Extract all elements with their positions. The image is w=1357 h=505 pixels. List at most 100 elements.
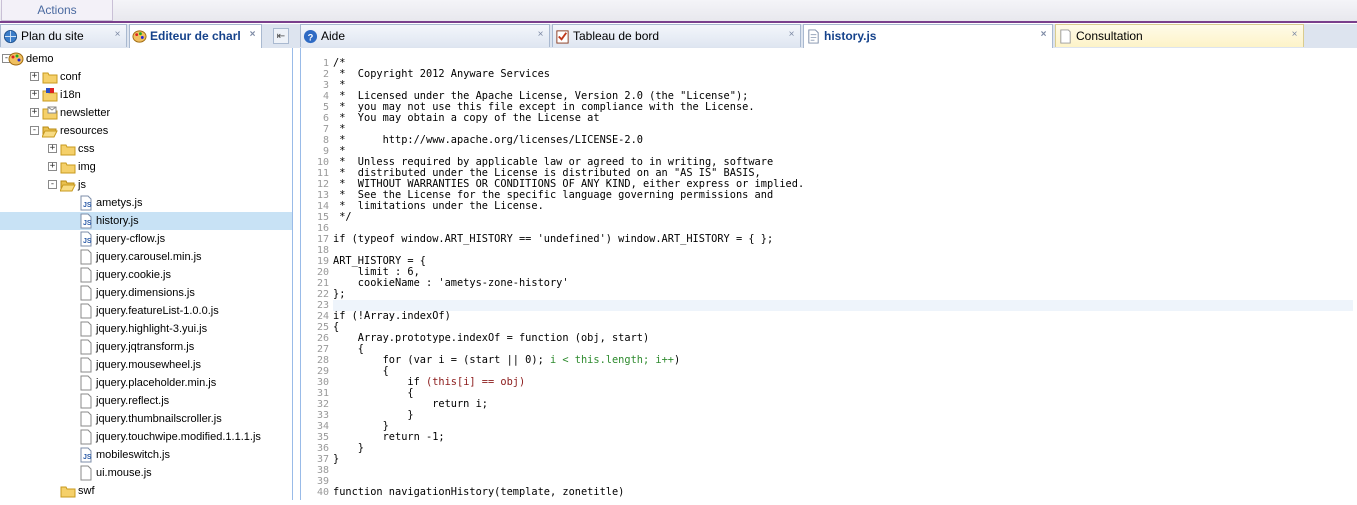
line-number: 16 bbox=[316, 223, 329, 234]
file-icon bbox=[78, 339, 94, 355]
flag-icon bbox=[42, 87, 58, 103]
tree-node-jquery-placeholder-min-js[interactable]: jquery.placeholder.min.js bbox=[0, 374, 292, 392]
svg-text:JS: JS bbox=[83, 220, 92, 227]
line-number: 25 bbox=[316, 322, 329, 333]
tree-node-label: jquery.thumbnailscroller.js bbox=[96, 413, 222, 425]
code-line[interactable] bbox=[333, 300, 1353, 311]
tree-node-i18n[interactable]: + i18n bbox=[0, 86, 292, 104]
code-line[interactable]: if (typeof window.ART_HISTORY == 'undefi… bbox=[333, 234, 1353, 245]
tree-node-label: mobileswitch.js bbox=[96, 449, 170, 461]
code-line[interactable]: for (var i = (start || 0); i < this.leng… bbox=[333, 355, 1353, 366]
tab-aide[interactable]: ? Aide × bbox=[300, 24, 550, 47]
code-editor[interactable]: 1 2 3 4 5 6 7 8 9 10 11 12 13 14 15 16 17 18 19 20 21 22 23 24 2… bbox=[300, 48, 1357, 500]
code-line[interactable]: if (this[i] == obj) bbox=[333, 377, 1353, 388]
close-icon[interactable]: × bbox=[536, 30, 545, 40]
tab-consultation[interactable]: Consultation × bbox=[1055, 24, 1304, 47]
tab-plan-du-site[interactable]: Plan du site × bbox=[0, 24, 127, 47]
tab-history-js[interactable]: history.js × bbox=[803, 24, 1053, 48]
tree-node-label: jquery.placeholder.min.js bbox=[96, 377, 217, 389]
tree-node-jquery-featurelist-1-0-0-js[interactable]: jquery.featureList-1.0.0.js bbox=[0, 302, 292, 320]
tree-node-conf[interactable]: + conf bbox=[0, 68, 292, 86]
tree-node-newsletter[interactable]: + newsletter bbox=[0, 104, 292, 122]
line-number: 34 bbox=[316, 421, 329, 432]
close-icon[interactable]: × bbox=[248, 30, 257, 40]
expand-icon[interactable]: + bbox=[30, 108, 39, 117]
tree-node-resources[interactable]: - resources bbox=[0, 122, 292, 140]
tree-node-jquery-carousel-min-js[interactable]: jquery.carousel.min.js bbox=[0, 248, 292, 266]
code-line[interactable]: return -1; bbox=[333, 432, 1353, 443]
code-line[interactable]: } bbox=[333, 454, 1353, 465]
expand-icon[interactable]: + bbox=[48, 144, 57, 153]
close-icon[interactable]: × bbox=[1039, 30, 1048, 40]
code-line[interactable]: * http://www.apache.org/licenses/LICENSE… bbox=[333, 135, 1353, 146]
code-line[interactable]: function navigationHistory(template, zon… bbox=[333, 487, 1353, 498]
tree-node-label: jquery.cookie.js bbox=[96, 269, 171, 281]
code-line[interactable]: if (!Array.indexOf) bbox=[333, 311, 1353, 322]
collapse-panel-button[interactable]: ⇤ bbox=[273, 28, 289, 44]
tree-node-jquery-highlight-3-yui-js[interactable]: jquery.highlight-3.yui.js bbox=[0, 320, 292, 338]
svg-text:?: ? bbox=[308, 32, 314, 42]
code-line[interactable]: }; bbox=[333, 289, 1353, 300]
line-number: 12 bbox=[316, 179, 329, 190]
expand-icon[interactable]: + bbox=[30, 72, 39, 81]
tree-node-jquery-cflow-js[interactable]: JS jquery-cflow.js bbox=[0, 230, 292, 248]
tree-node-label: jquery.reflect.js bbox=[96, 395, 170, 407]
tree-node-jquery-touchwipe-modified-1-1-1-js[interactable]: jquery.touchwipe.modified.1.1.1.js bbox=[0, 428, 292, 446]
actions-tab[interactable]: Actions bbox=[1, 0, 113, 21]
line-number: 5 bbox=[322, 102, 329, 113]
code-line[interactable] bbox=[333, 465, 1353, 476]
tree-node-jquery-reflect-js[interactable]: jquery.reflect.js bbox=[0, 392, 292, 410]
tree-node-swf[interactable]: swf bbox=[0, 482, 292, 500]
line-number: 23 bbox=[316, 300, 329, 311]
tree-node-jquery-mousewheel-js[interactable]: jquery.mousewheel.js bbox=[0, 356, 292, 374]
js-file-icon: JS bbox=[78, 231, 94, 247]
code-line[interactable]: return i; bbox=[333, 399, 1353, 410]
code-line[interactable]: * You may obtain a copy of the License a… bbox=[333, 113, 1353, 124]
tree-node-js[interactable]: - js bbox=[0, 176, 292, 194]
palette-icon bbox=[8, 51, 24, 67]
code-line[interactable]: cookieName : 'ametys-zone-history' bbox=[333, 278, 1353, 289]
code-area[interactable]: /* * Copyright 2012 Anyware Services * *… bbox=[333, 58, 1353, 498]
tree-node-jquery-thumbnailscroller-js[interactable]: jquery.thumbnailscroller.js bbox=[0, 410, 292, 428]
line-number: 7 bbox=[322, 124, 329, 135]
code-line[interactable]: * limitations under the License. bbox=[333, 201, 1353, 212]
line-number: 33 bbox=[316, 410, 329, 421]
code-line[interactable]: ART_HISTORY = { bbox=[333, 256, 1353, 267]
tree-node-css[interactable]: + css bbox=[0, 140, 292, 158]
tree-node-label: jquery.jqtransform.js bbox=[96, 341, 195, 353]
tree-node-jquery-jqtransform-js[interactable]: jquery.jqtransform.js bbox=[0, 338, 292, 356]
code-line[interactable]: } bbox=[333, 410, 1353, 421]
file-icon bbox=[78, 357, 94, 373]
collapse-icon[interactable]: - bbox=[30, 126, 39, 135]
tree-node-label: conf bbox=[60, 71, 81, 83]
line-number: 15 bbox=[316, 212, 329, 223]
code-line[interactable]: * Copyright 2012 Anyware Services bbox=[333, 69, 1353, 80]
tree-node-mobileswitch-js[interactable]: JS mobileswitch.js bbox=[0, 446, 292, 464]
line-number: 22 bbox=[316, 289, 329, 300]
tree-node-img[interactable]: + img bbox=[0, 158, 292, 176]
close-icon[interactable]: × bbox=[113, 30, 122, 40]
code-line[interactable]: } bbox=[333, 443, 1353, 454]
tree-node-ametys-js[interactable]: JS ametys.js bbox=[0, 194, 292, 212]
tree-node-demo[interactable]: - demo bbox=[0, 50, 292, 68]
close-icon[interactable]: × bbox=[1290, 30, 1299, 40]
tab-tableau-de-bord[interactable]: Tableau de bord × bbox=[552, 24, 801, 47]
tree-node-label: jquery.touchwipe.modified.1.1.1.js bbox=[96, 431, 261, 443]
tree-node-jquery-dimensions-js[interactable]: jquery.dimensions.js bbox=[0, 284, 292, 302]
code-line[interactable]: Array.prototype.indexOf = function (obj,… bbox=[333, 333, 1353, 344]
line-number: 13 bbox=[316, 190, 329, 201]
expand-icon[interactable]: + bbox=[48, 162, 57, 171]
folder-icon bbox=[60, 483, 76, 499]
tree-node-ui-mouse-js[interactable]: ui.mouse.js bbox=[0, 464, 292, 482]
collapse-icon[interactable]: - bbox=[48, 180, 57, 189]
tree-node-jquery-cookie-js[interactable]: jquery.cookie.js bbox=[0, 266, 292, 284]
file-js-icon bbox=[808, 29, 819, 44]
code-line[interactable] bbox=[333, 245, 1353, 256]
expand-icon[interactable]: + bbox=[30, 90, 39, 99]
tab-editeur-de-charte[interactable]: Editeur de charl × bbox=[129, 24, 262, 48]
code-line[interactable]: */ bbox=[333, 212, 1353, 223]
close-icon[interactable]: × bbox=[787, 30, 796, 40]
tree-node-history-js[interactable]: JS history.js bbox=[0, 212, 292, 230]
newsletter-icon bbox=[42, 105, 58, 121]
code-line[interactable]: } bbox=[333, 421, 1353, 432]
